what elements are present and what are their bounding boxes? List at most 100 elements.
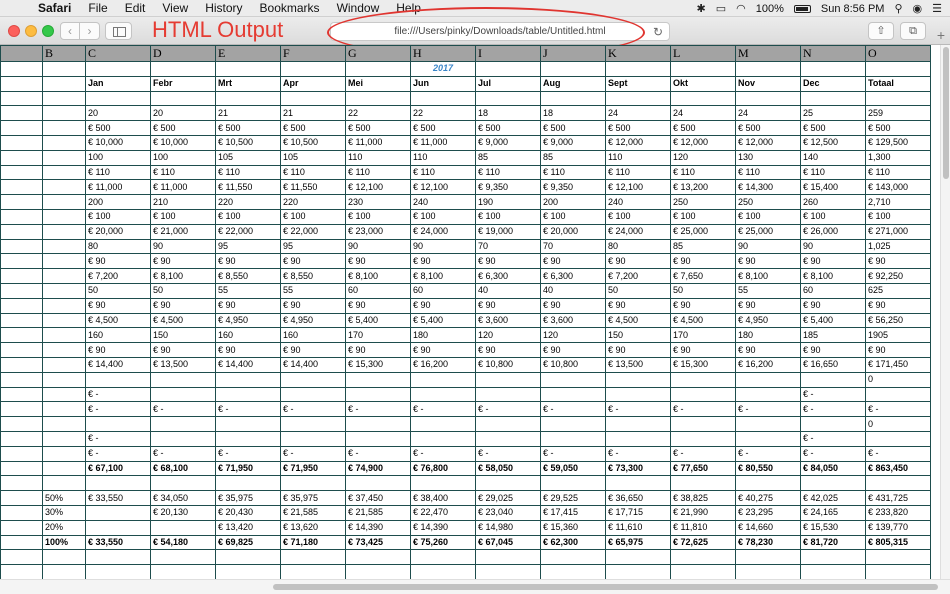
table-cell[interactable]: € 33,550	[85, 490, 151, 506]
sidebar-toggle-button[interactable]	[105, 22, 132, 40]
table-cell[interactable]: € 15,400	[800, 179, 866, 196]
table-cell[interactable]: € 90	[150, 253, 216, 270]
table-cell[interactable]: H	[410, 45, 476, 62]
table-cell[interactable]	[150, 386, 216, 403]
table-cell[interactable]: 90	[410, 238, 476, 255]
table-cell[interactable]	[345, 90, 411, 107]
table-cell[interactable]: € -	[800, 430, 866, 447]
table-cell[interactable]: € 12,100	[410, 179, 476, 196]
table-cell[interactable]: € 6,300	[475, 268, 541, 284]
table-cell[interactable]: € 233,820	[865, 504, 931, 521]
menu-file[interactable]: File	[88, 1, 107, 15]
table-cell[interactable]: € 71,950	[215, 460, 281, 477]
table-cell[interactable]: € 7,200	[605, 268, 671, 284]
table-cell[interactable]: € 271,000	[865, 223, 931, 240]
menu-app-name[interactable]: Safari	[38, 1, 71, 15]
table-cell[interactable]	[800, 90, 866, 107]
table-cell[interactable]: € 23,040	[475, 504, 541, 521]
table-cell[interactable]: € 90	[410, 297, 476, 314]
table-cell[interactable]: € 90	[410, 342, 476, 358]
siri-icon[interactable]: ◉	[913, 2, 923, 15]
table-cell[interactable]	[0, 268, 43, 284]
table-cell[interactable]: € 80,550	[735, 460, 801, 477]
table-cell[interactable]	[0, 208, 43, 225]
table-cell[interactable]: € -	[735, 445, 801, 462]
table-cell[interactable]	[475, 371, 541, 388]
table-cell[interactable]: 105	[280, 149, 346, 166]
table-cell[interactable]	[150, 564, 216, 579]
table-cell[interactable]: € 90	[215, 342, 281, 358]
vertical-scroll-thumb[interactable]	[943, 47, 949, 179]
table-cell[interactable]	[280, 386, 346, 403]
table-cell[interactable]: Jun	[410, 75, 476, 92]
table-cell[interactable]: € 24,165	[800, 504, 866, 521]
table-cell[interactable]: 20	[85, 105, 151, 122]
table-cell[interactable]: € 14,400	[215, 356, 281, 373]
table-cell[interactable]	[540, 386, 606, 403]
table-cell[interactable]	[42, 312, 86, 329]
table-cell[interactable]: € 22,470	[410, 504, 476, 521]
table-cell[interactable]	[215, 371, 281, 388]
table-cell[interactable]: € 10,500	[215, 134, 281, 151]
table-cell[interactable]: 220	[215, 194, 281, 210]
table-cell[interactable]	[85, 61, 151, 77]
table-cell[interactable]: € 90	[85, 253, 151, 270]
table-cell[interactable]: € 90	[475, 297, 541, 314]
table-cell[interactable]: € 100	[85, 208, 151, 225]
table-cell[interactable]: € 110	[410, 164, 476, 181]
table-cell[interactable]: 25	[800, 105, 866, 122]
table-cell[interactable]: € 90	[800, 342, 866, 358]
table-cell[interactable]	[410, 475, 476, 492]
table-cell[interactable]	[85, 564, 151, 579]
table-cell[interactable]: € 90	[85, 297, 151, 314]
table-cell[interactable]: € 110	[345, 164, 411, 181]
table-cell[interactable]	[42, 238, 86, 255]
table-cell[interactable]: € 500	[670, 120, 736, 136]
table-cell[interactable]: 105	[215, 149, 281, 166]
minimize-window-button[interactable]	[25, 25, 37, 37]
table-cell[interactable]	[540, 90, 606, 107]
table-cell[interactable]: € 13,500	[150, 356, 216, 373]
table-cell[interactable]: € -	[85, 386, 151, 403]
table-cell[interactable]: € 20,430	[215, 504, 281, 521]
table-cell[interactable]: € 10,800	[540, 356, 606, 373]
new-tab-button[interactable]: +	[932, 28, 950, 45]
table-cell[interactable]: € 36,650	[605, 490, 671, 506]
table-cell[interactable]	[0, 253, 43, 270]
table-cell[interactable]: Aug	[540, 75, 606, 92]
table-cell[interactable]: 170	[670, 327, 736, 344]
table-cell[interactable]: € 12,000	[670, 134, 736, 151]
table-cell[interactable]: 120	[475, 327, 541, 344]
table-cell[interactable]	[0, 179, 43, 196]
table-cell[interactable]: € 10,000	[150, 134, 216, 151]
table-cell[interactable]: L	[670, 45, 736, 62]
table-cell[interactable]: € 110	[865, 164, 931, 181]
table-cell[interactable]	[410, 371, 476, 388]
table-cell[interactable]	[42, 416, 86, 432]
table-cell[interactable]: 80	[605, 238, 671, 255]
table-cell[interactable]	[605, 564, 671, 579]
table-cell[interactable]	[0, 519, 43, 536]
table-cell[interactable]	[215, 90, 281, 107]
table-cell[interactable]: € 12,100	[345, 179, 411, 196]
table-cell[interactable]: € 16,650	[800, 356, 866, 373]
table-cell[interactable]: € 5,400	[345, 312, 411, 329]
table-cell[interactable]: € 12,500	[800, 134, 866, 151]
table-cell[interactable]: € 90	[670, 297, 736, 314]
table-cell[interactable]: € 24,000	[605, 223, 671, 240]
reload-icon[interactable]: ↻	[653, 23, 663, 41]
table-cell[interactable]	[42, 164, 86, 181]
table-cell[interactable]: € 72,625	[670, 534, 736, 551]
table-cell[interactable]: € 17,415	[540, 504, 606, 521]
table-cell[interactable]	[280, 430, 346, 447]
table-cell[interactable]	[865, 61, 931, 77]
table-cell[interactable]	[42, 253, 86, 270]
table-cell[interactable]: € 100	[475, 208, 541, 225]
table-cell[interactable]	[150, 61, 216, 77]
table-cell[interactable]: 1,025	[865, 238, 931, 255]
table-cell[interactable]	[410, 549, 476, 566]
table-cell[interactable]: € 500	[345, 120, 411, 136]
table-cell[interactable]: € 90	[475, 342, 541, 358]
table-cell[interactable]	[345, 371, 411, 388]
table-cell[interactable]: € 73,425	[345, 534, 411, 551]
